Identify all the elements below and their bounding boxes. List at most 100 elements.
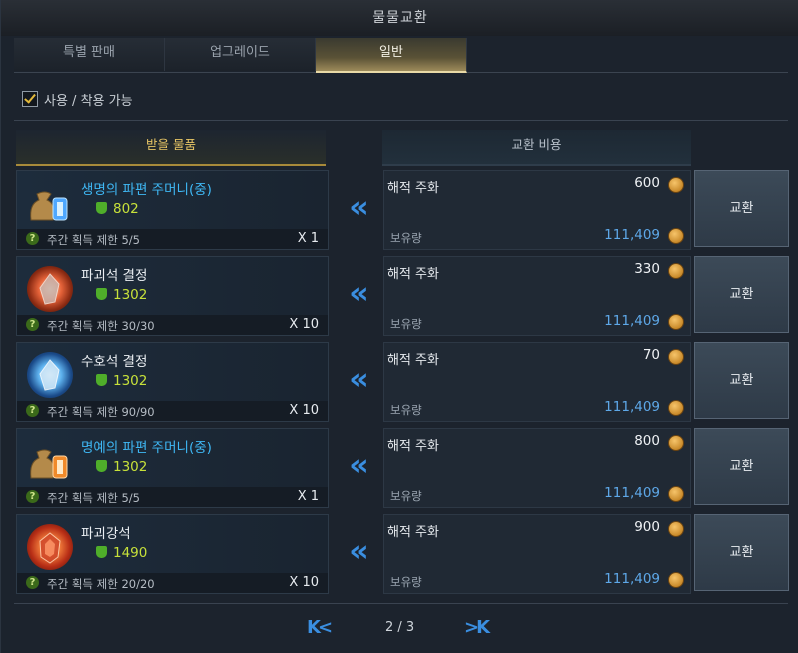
cost-panel: 해적 주화 900 보유량 111,409 [383,514,691,594]
help-question-icon[interactable]: ? [26,576,39,589]
owned-label: 보유량 [390,231,422,245]
page-indicator: 2 / 3 [385,620,415,635]
owned-amount: 111,409 [604,485,660,501]
tab-upgrade[interactable]: 업그레이드 [165,38,316,71]
pirate-coin-icon [668,572,684,588]
item-level: 1302 [113,287,148,303]
help-question-icon[interactable]: ? [26,404,39,417]
item-footer: ? 주간 획득 제한 5/5 X 1 [17,229,328,249]
exchange-button[interactable]: 교환 [694,514,789,591]
cost-currency-name: 해적 주화 [387,267,439,282]
item-quantity: X 10 [289,403,319,418]
usable-filter-checkbox[interactable]: 사용 / 착용 가능 [22,89,133,109]
exchange-button[interactable]: 교환 [694,428,789,505]
item-name: 파괴강석 [81,526,131,542]
receive-items-header: 받을 물품 [16,130,326,166]
life-shard-pouch-icon [27,180,73,226]
tab-bar: 특별 판매 업그레이드 일반 [14,38,788,73]
checkbox-checked-icon[interactable] [22,91,38,107]
weekly-limit: 주간 획득 제한 90/90 [47,405,155,419]
guardian-stone-crystal-icon [27,352,73,398]
exchange-row: 파괴석 결정 1302 ? 주간 획득 제한 30/30 X 10 « 해적 주… [16,256,792,336]
reward-item[interactable]: 파괴강석 1490 ? 주간 획득 제한 20/20 X 10 [16,514,329,594]
weekly-limit: 주간 획득 제한 5/5 [47,491,140,505]
item-quantity: X 1 [297,489,319,504]
double-chevron-left-icon: « [349,190,368,225]
owned-amount: 111,409 [604,399,660,415]
item-name: 수호석 결정 [81,354,148,370]
double-chevron-left-icon: « [349,362,368,397]
exchange-button[interactable]: 교환 [694,170,789,247]
tab-special-sale[interactable]: 특별 판매 [14,38,165,71]
exchange-cost-header: 교환 비용 [382,130,691,166]
owned-amount: 111,409 [604,571,660,587]
divider [14,603,788,604]
tab-general[interactable]: 일반 [316,38,467,73]
weekly-limit: 주간 획득 제한 20/20 [47,577,155,591]
item-footer: ? 주간 획득 제한 90/90 X 10 [17,401,328,421]
obliteration-stone-icon [27,524,73,570]
cost-panel: 해적 주화 330 보유량 111,409 [383,256,691,336]
reward-item[interactable]: 파괴석 결정 1302 ? 주간 획득 제한 30/30 X 10 [16,256,329,336]
weekly-limit: 주간 획득 제한 5/5 [47,233,140,247]
cost-currency-name: 해적 주화 [387,439,439,454]
item-level-helmet-icon [96,202,107,214]
pirate-coin-icon [668,400,684,416]
owned-amount: 111,409 [604,227,660,243]
honor-shard-pouch-icon [27,438,73,484]
cost-panel: 해적 주화 800 보유량 111,409 [383,428,691,508]
item-level: 1302 [113,459,148,475]
item-quantity: X 10 [289,575,319,590]
usable-filter-label: 사용 / 착용 가능 [44,93,133,109]
item-level-helmet-icon [96,546,107,558]
reward-item[interactable]: 수호석 결정 1302 ? 주간 획득 제한 90/90 X 10 [16,342,329,422]
exchange-row: 파괴강석 1490 ? 주간 획득 제한 20/20 X 10 « 해적 주화 … [16,514,792,594]
cost-panel: 해적 주화 70 보유량 111,409 [383,342,691,422]
help-question-icon[interactable]: ? [26,490,39,503]
title-bar[interactable]: 물물교환 [1,0,798,36]
item-footer: ? 주간 획득 제한 5/5 X 1 [17,487,328,507]
item-quantity: X 10 [289,317,319,332]
item-name: 파괴석 결정 [81,268,148,284]
exchange-window: 물물교환 특별 판매 업그레이드 일반 사용 / 착용 가능 받을 물품 교환 … [0,0,798,653]
cost-amount: 600 [634,175,660,191]
reward-item[interactable]: 명예의 파편 주머니(중) 1302 ? 주간 획득 제한 5/5 X 1 [16,428,329,508]
item-level-helmet-icon [96,288,107,300]
exchange-row: 수호석 결정 1302 ? 주간 획득 제한 90/90 X 10 « 해적 주… [16,342,792,422]
last-page-icon[interactable]: >K [464,617,490,638]
help-question-icon[interactable]: ? [26,232,39,245]
item-level-helmet-icon [96,374,107,386]
cost-currency-name: 해적 주화 [387,525,439,540]
first-page-icon[interactable]: K< [307,617,333,638]
reward-item[interactable]: 생명의 파편 주머니(중) 802 ? 주간 획득 제한 5/5 X 1 [16,170,329,250]
owned-amount: 111,409 [604,313,660,329]
item-level: 1302 [113,373,148,389]
help-question-icon[interactable]: ? [26,318,39,331]
cost-amount: 330 [634,261,660,277]
owned-label: 보유량 [390,403,422,417]
cost-currency-name: 해적 주화 [387,353,439,368]
exchange-row: 생명의 파편 주머니(중) 802 ? 주간 획득 제한 5/5 X 1 « 해… [16,170,792,250]
exchange-button[interactable]: 교환 [694,256,789,333]
item-level-helmet-icon [96,460,107,472]
pirate-coin-icon [668,435,684,451]
destruction-stone-crystal-icon [27,266,73,312]
owned-label: 보유량 [390,489,422,503]
pirate-coin-icon [668,177,684,193]
window-title: 물물교환 [372,10,428,26]
item-level: 1490 [113,545,148,561]
owned-label: 보유량 [390,575,422,589]
double-chevron-left-icon: « [349,448,368,483]
item-level: 802 [113,201,139,217]
double-chevron-left-icon: « [349,534,368,569]
pirate-coin-icon [668,486,684,502]
item-quantity: X 1 [297,231,319,246]
exchange-button[interactable]: 교환 [694,342,789,419]
owned-label: 보유량 [390,317,422,331]
divider [14,120,788,121]
cost-panel: 해적 주화 600 보유량 111,409 [383,170,691,250]
item-name: 생명의 파편 주머니(중) [81,182,212,198]
cost-amount: 900 [634,519,660,535]
pirate-coin-icon [668,228,684,244]
exchange-row: 명예의 파편 주머니(중) 1302 ? 주간 획득 제한 5/5 X 1 « … [16,428,792,508]
